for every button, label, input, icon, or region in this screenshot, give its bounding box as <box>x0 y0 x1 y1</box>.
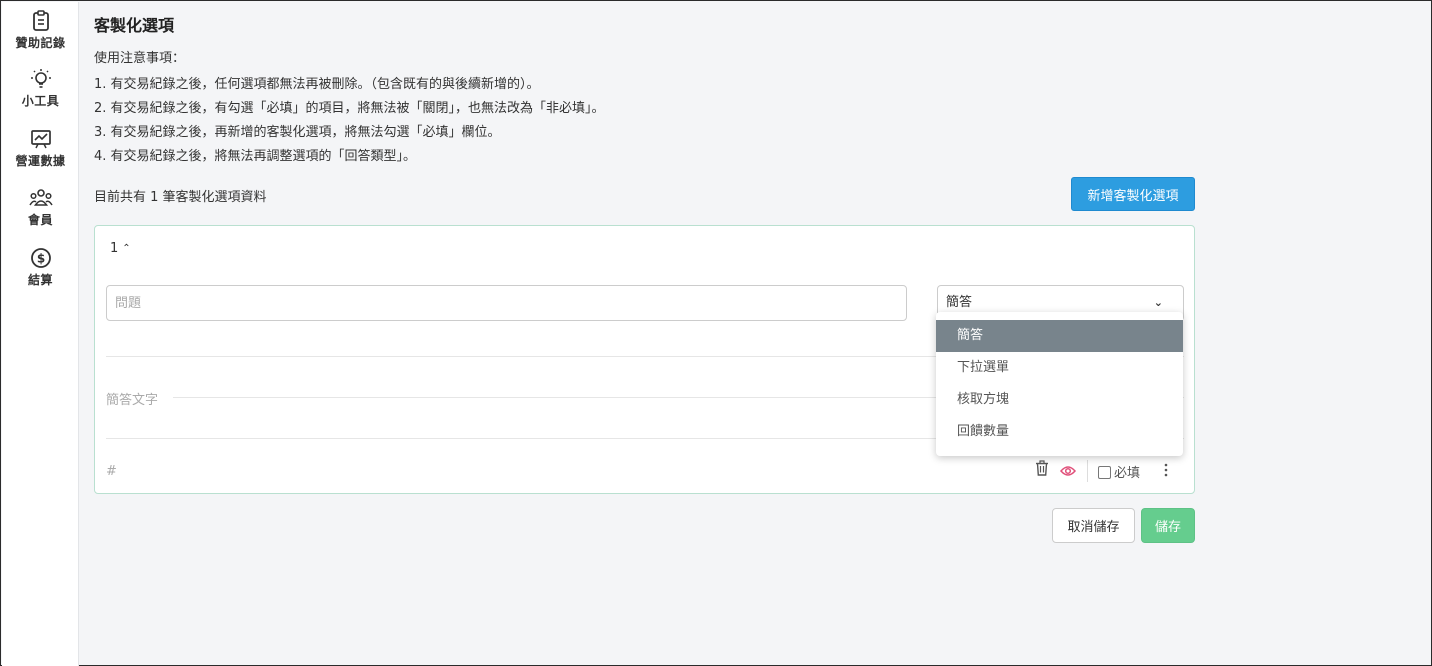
note-item: 1. 有交易紀錄之後，任何選項都無法再被刪除。（包含既有的與後續新增的）。 <box>94 77 540 92</box>
separator <box>1087 460 1088 482</box>
sidebar-item-label: 結算 <box>27 273 53 287</box>
required-checkbox[interactable]: 必填 <box>1098 462 1140 481</box>
sort-updown-icon: ⌃︎ <box>122 243 131 254</box>
sidebar-item-members[interactable]: 會員 <box>2 187 79 228</box>
note-item: 3. 有交易紀錄之後，再新增的客製化選項，將無法勾選「必填」欄位。 <box>94 125 501 140</box>
trash-icon[interactable] <box>1035 460 1049 480</box>
option-count-text: 目前共有 1 筆客製化選項資料 <box>94 190 267 205</box>
more-vertical-icon[interactable] <box>1163 462 1169 481</box>
eye-icon[interactable] <box>1060 462 1076 481</box>
app-frame: 贊助記錄 小工具 營運數據 會員 $ 結算 客製化選項 使用注意事項： 1. 有… <box>0 0 1432 666</box>
svg-text:$: $ <box>36 252 44 266</box>
note-item: 4. 有交易紀錄之後，將無法再調整選項的「回答類型」。 <box>94 149 417 164</box>
sidebar-item-sponsor-records[interactable]: 贊助記錄 <box>2 10 79 51</box>
sidebar: 贊助記錄 小工具 營運數據 會員 $ 結算 <box>2 2 79 666</box>
checkbox-box[interactable] <box>1098 466 1111 479</box>
dropdown-option-feedback-quantity[interactable]: 回饋數量 <box>936 416 1183 448</box>
cancel-save-button[interactable]: 取消儲存 <box>1052 508 1135 543</box>
dropdown-option-short-answer[interactable]: 簡答 <box>936 320 1183 352</box>
required-label: 必填 <box>1114 466 1141 481</box>
sidebar-item-tools[interactable]: 小工具 <box>2 68 79 109</box>
chart-board-icon <box>2 128 79 150</box>
hash-label: # <box>106 464 117 479</box>
sidebar-item-label: 會員 <box>27 213 53 227</box>
short-answer-placeholder: 簡答文字 <box>106 393 159 408</box>
dollar-circle-icon: $ <box>2 247 79 269</box>
page-title: 客製化選項 <box>94 16 175 35</box>
add-custom-option-button[interactable]: 新增客製化選項 <box>1071 177 1195 211</box>
answer-type-value: 簡答 <box>946 295 973 310</box>
question-input[interactable] <box>106 285 907 321</box>
sidebar-item-label: 贊助記錄 <box>15 36 66 50</box>
clipboard-icon <box>2 10 79 32</box>
members-icon <box>2 187 79 209</box>
save-button[interactable]: 儲存 <box>1141 508 1195 543</box>
dropdown-option-select-menu[interactable]: 下拉選單 <box>936 352 1183 384</box>
note-item: 2. 有交易紀錄之後，有勾選「必填」的項目，將無法被「關閉」，也無法改為「非必填… <box>94 101 605 116</box>
order-value: 1 <box>110 241 119 256</box>
sidebar-item-label: 小工具 <box>21 94 60 108</box>
dropdown-option-checkbox[interactable]: 核取方塊 <box>936 384 1183 416</box>
sidebar-item-settlement[interactable]: $ 結算 <box>2 247 79 288</box>
answer-type-dropdown: 簡答 下拉選單 核取方塊 回饋數量 <box>936 312 1183 456</box>
sidebar-item-operations-data[interactable]: 營運數據 <box>2 128 79 169</box>
order-select[interactable]: 1 ⌃︎ <box>110 241 131 256</box>
lightbulb-icon <box>2 68 79 90</box>
sidebar-item-label: 營運數據 <box>15 154 66 168</box>
notes-heading: 使用注意事項： <box>94 51 186 66</box>
